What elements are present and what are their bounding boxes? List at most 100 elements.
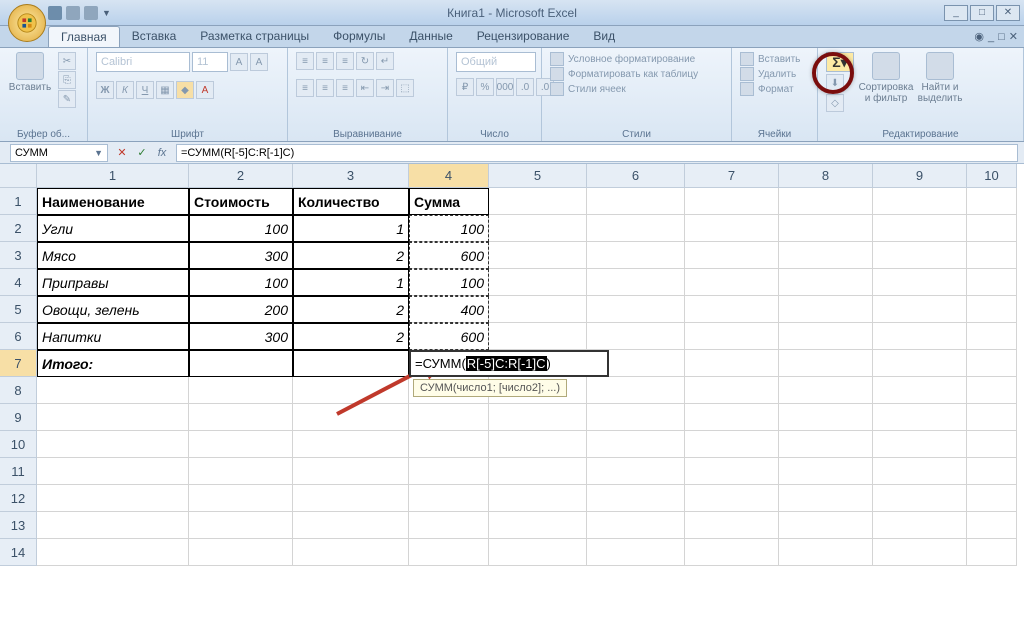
orientation-icon[interactable]: ↻ xyxy=(356,52,374,70)
cell[interactable] xyxy=(873,377,967,404)
cell[interactable] xyxy=(779,539,873,566)
column-header[interactable]: 9 xyxy=(873,164,967,188)
column-header[interactable]: 5 xyxy=(489,164,587,188)
cell[interactable] xyxy=(293,431,409,458)
cell[interactable] xyxy=(873,296,967,323)
cell[interactable] xyxy=(293,539,409,566)
cell[interactable] xyxy=(967,431,1017,458)
shrink-font-icon[interactable]: A xyxy=(250,53,268,71)
cell[interactable]: 100 xyxy=(409,269,489,296)
cell[interactable]: Мясо xyxy=(37,242,189,269)
cell[interactable] xyxy=(779,215,873,242)
minimize-button[interactable]: _ xyxy=(944,5,968,21)
doc-restore-button[interactable]: □ xyxy=(998,31,1005,43)
cell[interactable] xyxy=(189,377,293,404)
row-header[interactable]: 2 xyxy=(0,215,37,242)
cell[interactable] xyxy=(779,485,873,512)
cell[interactable] xyxy=(779,188,873,215)
fill-color-icon[interactable]: ◆ xyxy=(176,81,194,99)
tab-data[interactable]: Данные xyxy=(397,26,464,47)
cell[interactable]: 1 xyxy=(293,215,409,242)
cell[interactable] xyxy=(489,296,587,323)
qat-dropdown-icon[interactable]: ▼ xyxy=(102,8,111,18)
cell[interactable] xyxy=(587,458,685,485)
cell[interactable] xyxy=(489,242,587,269)
row-header[interactable]: 11 xyxy=(0,458,37,485)
cell[interactable] xyxy=(685,377,779,404)
font-size-combo[interactable]: 11 xyxy=(192,52,228,72)
cell[interactable]: 2 xyxy=(293,323,409,350)
cell[interactable] xyxy=(409,458,489,485)
cell[interactable]: =СУММ(R[-5]C:R[-1]C) xyxy=(409,350,609,377)
percent-icon[interactable]: % xyxy=(476,78,494,96)
inc-indent-icon[interactable]: ⇥ xyxy=(376,79,394,97)
cell[interactable] xyxy=(967,512,1017,539)
cell[interactable] xyxy=(189,485,293,512)
cell[interactable]: 600 xyxy=(409,323,489,350)
cell[interactable] xyxy=(489,323,587,350)
cell[interactable] xyxy=(873,485,967,512)
column-header[interactable]: 10 xyxy=(967,164,1017,188)
office-button[interactable] xyxy=(8,4,46,42)
cell[interactable] xyxy=(685,296,779,323)
cell[interactable] xyxy=(967,323,1017,350)
cell[interactable]: Напитки xyxy=(37,323,189,350)
doc-close-button[interactable]: ✕ xyxy=(1009,30,1018,43)
cell[interactable] xyxy=(873,539,967,566)
cell[interactable]: Стоимость xyxy=(189,188,293,215)
cell[interactable] xyxy=(37,458,189,485)
cell[interactable] xyxy=(873,404,967,431)
tab-formulas[interactable]: Формулы xyxy=(321,26,397,47)
cell[interactable] xyxy=(685,431,779,458)
cell[interactable] xyxy=(587,485,685,512)
tab-home[interactable]: Главная xyxy=(48,26,120,47)
cell[interactable]: 1 xyxy=(293,269,409,296)
column-header[interactable]: 3 xyxy=(293,164,409,188)
cell[interactable] xyxy=(587,215,685,242)
align-top-icon[interactable]: ≡ xyxy=(296,52,314,70)
cell[interactable] xyxy=(189,512,293,539)
align-bot-icon[interactable]: ≡ xyxy=(336,52,354,70)
cell[interactable] xyxy=(967,188,1017,215)
cell[interactable] xyxy=(587,323,685,350)
row-header[interactable]: 9 xyxy=(0,404,37,431)
select-all-corner[interactable] xyxy=(0,164,37,188)
cell[interactable]: Итого: xyxy=(37,350,189,377)
cell[interactable] xyxy=(37,431,189,458)
column-header[interactable]: 4 xyxy=(409,164,489,188)
grow-font-icon[interactable]: A xyxy=(230,53,248,71)
cell[interactable] xyxy=(587,512,685,539)
cell[interactable] xyxy=(873,242,967,269)
format-cells-button[interactable]: Формат xyxy=(740,82,800,96)
cell[interactable]: 2 xyxy=(293,242,409,269)
row-header[interactable]: 5 xyxy=(0,296,37,323)
cell[interactable] xyxy=(967,377,1017,404)
cell[interactable] xyxy=(409,512,489,539)
fx-icon[interactable]: fx xyxy=(154,145,170,161)
cell[interactable] xyxy=(409,404,489,431)
cell[interactable] xyxy=(189,458,293,485)
column-header[interactable]: 6 xyxy=(587,164,685,188)
cell[interactable] xyxy=(587,242,685,269)
cell[interactable] xyxy=(489,215,587,242)
cell[interactable] xyxy=(685,512,779,539)
cell[interactable] xyxy=(409,485,489,512)
border-icon[interactable]: ▦ xyxy=(156,81,174,99)
cell[interactable]: Количество xyxy=(293,188,409,215)
cell[interactable] xyxy=(873,350,967,377)
cell[interactable] xyxy=(685,215,779,242)
comma-icon[interactable]: 000 xyxy=(496,78,514,96)
sort-filter-button[interactable]: Сортировка и фильтр xyxy=(864,52,908,104)
maximize-button[interactable]: □ xyxy=(970,5,994,21)
cell[interactable] xyxy=(587,431,685,458)
delete-cells-button[interactable]: Удалить xyxy=(740,67,800,81)
cell[interactable] xyxy=(189,431,293,458)
cell[interactable] xyxy=(37,485,189,512)
copy-icon[interactable]: ⎘ xyxy=(58,71,76,89)
cell[interactable] xyxy=(293,512,409,539)
column-header[interactable]: 8 xyxy=(779,164,873,188)
tab-view[interactable]: Вид xyxy=(581,26,627,47)
cell[interactable]: 100 xyxy=(189,269,293,296)
inc-decimal-icon[interactable]: .0 xyxy=(516,78,534,96)
row-header[interactable]: 10 xyxy=(0,431,37,458)
